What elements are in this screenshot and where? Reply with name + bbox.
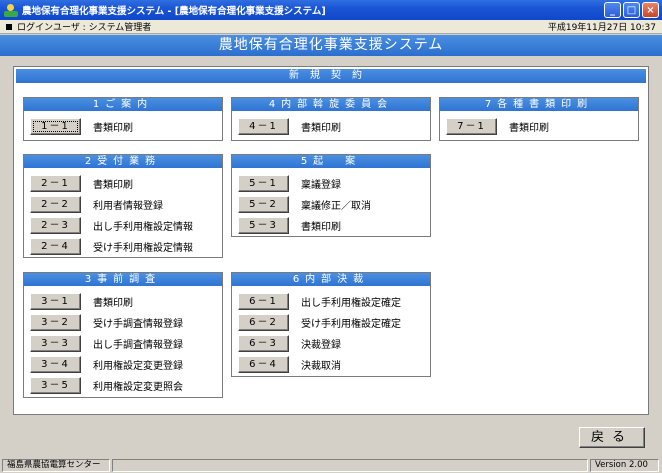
button-7-1[interactable]: 7－1: [446, 118, 497, 135]
menu-label: 書類印刷: [93, 180, 133, 191]
group-title: 5起 案: [232, 155, 430, 168]
button-3-3[interactable]: 3－3: [30, 335, 81, 352]
menu-label: 書類印刷: [301, 123, 341, 134]
menu-label: 書類印刷: [93, 298, 133, 309]
menu-row: 4－1 書類印刷: [238, 118, 341, 135]
menu-row: 5－1 稟議登録: [238, 175, 341, 192]
app-icon: [4, 3, 18, 17]
window-title: 農地保有合理化事業支援システム - [農地保有合理化事業支援システム]: [22, 6, 326, 17]
back-button[interactable]: 戻る: [579, 427, 645, 448]
button-6-1[interactable]: 6－1: [238, 293, 289, 310]
menu-label: 受け手利用権設定情報: [93, 243, 193, 254]
menu-row: 3－2 受け手調査情報登録: [30, 314, 183, 331]
button-2-3[interactable]: 2－3: [30, 217, 81, 234]
menu-row: 6－1 出し手利用権設定確定: [238, 293, 401, 310]
group-title: 6内部決裁: [232, 273, 430, 286]
menu-label: 受け手利用権設定確定: [301, 319, 401, 330]
group-title: 7各種書類印刷: [440, 98, 638, 111]
group-internal-approval: 6内部決裁 6－1 出し手利用権設定確定 6－2 受け手利用権設定確定 6－3 …: [231, 272, 431, 377]
group-internal-mediation: 4内部斡旋委員会 4－1 書類印刷: [231, 97, 431, 141]
group-title: 4内部斡旋委員会: [232, 98, 430, 111]
button-6-3[interactable]: 6－3: [238, 335, 289, 352]
group-guide: 1ご案内 1－1 書類印刷: [23, 97, 223, 141]
menu-label: 受け手調査情報登録: [93, 319, 183, 330]
menu-row: 2－3 出し手利用権設定情報: [30, 217, 193, 234]
menu-row: 2－4 受け手利用権設定情報: [30, 238, 193, 255]
group-document-print: 7各種書類印刷 7－1 書類印刷: [439, 97, 639, 141]
button-5-3[interactable]: 5－3: [238, 217, 289, 234]
button-6-2[interactable]: 6－2: [238, 314, 289, 331]
button-1-1[interactable]: 1－1: [30, 118, 81, 135]
button-3-1[interactable]: 3－1: [30, 293, 81, 310]
menu-label: 利用者情報登録: [93, 201, 163, 212]
menu-row: 7－1 書類印刷: [446, 118, 549, 135]
minimize-button[interactable]: _: [604, 2, 621, 18]
main-panel: 新規契約 1ご案内 1－1 書類印刷 4内部斡旋委員会 4－1 書類印刷 7各種…: [13, 66, 649, 415]
menu-row: 3－5 利用権設定変更照会: [30, 377, 183, 394]
status-version: Version 2.00: [590, 459, 659, 472]
menu-label: 利用権設定変更照会: [93, 382, 183, 393]
group-title: 2受付業務: [24, 155, 222, 168]
button-6-4[interactable]: 6－4: [238, 356, 289, 373]
button-2-1[interactable]: 2－1: [30, 175, 81, 192]
status-bar: 福島県農協電算センター Version 2.00: [0, 457, 662, 473]
group-reception: 2受付業務 2－1 書類印刷 2－2 利用者情報登録 2－3 出し手利用権設定情…: [23, 154, 223, 258]
login-user: ログインユーザ : システム管理者: [17, 23, 152, 33]
menu-label: 書類印刷: [93, 123, 133, 134]
group-title: 3事前調査: [24, 273, 222, 286]
button-3-5[interactable]: 3－5: [30, 377, 81, 394]
menu-row: 6－2 受け手利用権設定確定: [238, 314, 401, 331]
menu-row: 2－1 書類印刷: [30, 175, 133, 192]
menu-label: 出し手利用権設定確定: [301, 298, 401, 309]
menu-row: 6－4 決裁取消: [238, 356, 341, 373]
menu-label: 稟議登録: [301, 180, 341, 191]
button-3-4[interactable]: 3－4: [30, 356, 81, 373]
bullet-icon: [6, 23, 12, 30]
menu-row: 2－2 利用者情報登録: [30, 196, 163, 213]
status-organization: 福島県農協電算センター: [2, 459, 110, 472]
menu-label: 出し手調査情報登録: [93, 340, 183, 351]
menu-label: 利用権設定変更登録: [93, 361, 183, 372]
group-pre-survey: 3事前調査 3－1 書類印刷 3－2 受け手調査情報登録 3－3 出し手調査情報…: [23, 272, 223, 398]
menu-row: 1－1 書類印刷: [30, 118, 133, 135]
close-button[interactable]: ×: [642, 2, 659, 18]
menu-label: 稟議修正／取消: [301, 201, 371, 212]
button-3-2[interactable]: 3－2: [30, 314, 81, 331]
datetime: 平成19年11月27日 10:37: [547, 23, 656, 33]
menu-label: 出し手利用権設定情報: [93, 222, 193, 233]
menu-label: 決裁取消: [301, 361, 341, 372]
window-titlebar[interactable]: 農地保有合理化事業支援システム - [農地保有合理化事業支援システム] _ □ …: [0, 0, 662, 20]
system-banner: 農地保有合理化事業支援システム: [0, 35, 662, 56]
button-5-1[interactable]: 5－1: [238, 175, 289, 192]
button-5-2[interactable]: 5－2: [238, 196, 289, 213]
button-2-2[interactable]: 2－2: [30, 196, 81, 213]
info-bar: ログインユーザ : システム管理者 平成19年11月27日 10:37: [0, 20, 662, 34]
group-title: 1ご案内: [24, 98, 222, 111]
menu-label: 書類印刷: [509, 123, 549, 134]
maximize-button[interactable]: □: [623, 2, 640, 18]
menu-row: 3－1 書類印刷: [30, 293, 133, 310]
menu-row: 6－3 決裁登録: [238, 335, 341, 352]
button-2-4[interactable]: 2－4: [30, 238, 81, 255]
menu-row: 5－3 書類印刷: [238, 217, 341, 234]
menu-row: 3－3 出し手調査情報登録: [30, 335, 183, 352]
button-4-1[interactable]: 4－1: [238, 118, 289, 135]
group-draft: 5起 案 5－1 稟議登録 5－2 稟議修正／取消 5－3 書類印刷: [231, 154, 431, 237]
menu-label: 決裁登録: [301, 340, 341, 351]
menu-row: 3－4 利用権設定変更登録: [30, 356, 183, 373]
status-empty: [112, 459, 588, 472]
panel-title: 新規契約: [16, 69, 646, 83]
menu-label: 書類印刷: [301, 222, 341, 233]
menu-row: 5－2 稟議修正／取消: [238, 196, 371, 213]
